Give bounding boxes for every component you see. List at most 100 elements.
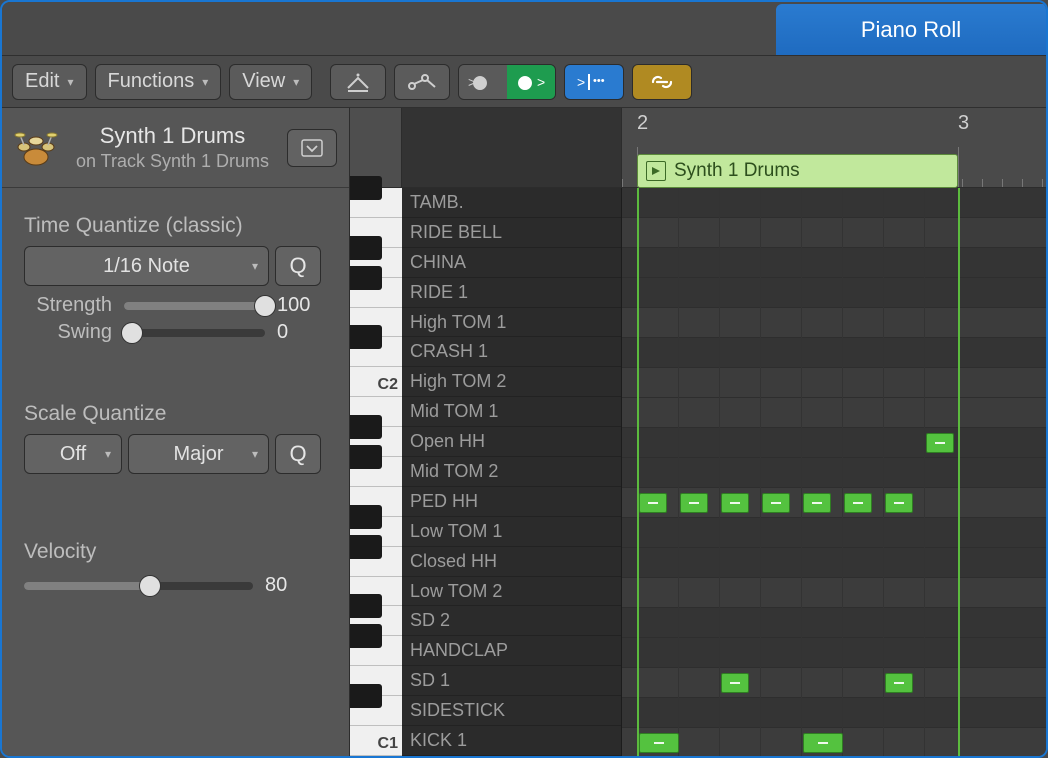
strength-slider[interactable] [124, 302, 265, 310]
note-velocity-indicator [689, 502, 699, 504]
grid-lane[interactable] [622, 368, 1046, 398]
grid-lane[interactable] [622, 338, 1046, 368]
drum-lane-label: TAMB. [402, 188, 621, 218]
grid-lane[interactable] [622, 698, 1046, 728]
link-button[interactable] [632, 64, 692, 100]
black-key[interactable] [350, 594, 382, 618]
scale-type-select[interactable]: Major ▾ [128, 434, 269, 474]
midi-note[interactable] [885, 673, 913, 693]
midi-note[interactable] [680, 493, 708, 513]
midi-note[interactable] [803, 493, 831, 513]
keyboard-key[interactable] [350, 337, 402, 367]
grid-lane[interactable] [622, 278, 1046, 308]
menu-view[interactable]: View ▾ [229, 64, 312, 100]
note-velocity-indicator [648, 502, 658, 504]
midi-note[interactable] [721, 673, 749, 693]
black-key[interactable] [350, 535, 382, 559]
keyboard-key[interactable] [350, 188, 402, 218]
black-key[interactable] [350, 266, 382, 290]
velocity-value: 80 [265, 574, 321, 597]
grid-lane[interactable] [622, 188, 1046, 218]
collapse-tool-button[interactable] [330, 64, 386, 100]
black-key[interactable] [350, 236, 382, 260]
ruler-time-area[interactable]: 2 3 Synth 1 Drums [622, 108, 1046, 187]
note-velocity-indicator [935, 442, 945, 444]
drum-lane-label: High TOM 1 [402, 308, 621, 338]
midi-region-clip[interactable]: Synth 1 Drums [637, 154, 958, 188]
note-grid[interactable] [622, 188, 1046, 756]
grid-lane[interactable] [622, 458, 1046, 488]
black-key[interactable] [350, 505, 382, 529]
keyboard-key[interactable] [350, 457, 402, 487]
note-velocity-indicator [894, 682, 904, 684]
ruler-bar-number: 3 [958, 112, 969, 135]
black-key[interactable] [350, 624, 382, 648]
toolbar: Edit ▾ Functions ▾ View ▾ > > [2, 56, 1046, 108]
black-key[interactable] [350, 684, 382, 708]
midi-note[interactable] [639, 733, 679, 753]
region-color-in-button[interactable]: > [459, 65, 507, 99]
grid-lane[interactable] [622, 248, 1046, 278]
velocity-slider[interactable] [24, 582, 253, 590]
black-key[interactable] [350, 415, 382, 439]
black-key[interactable] [350, 325, 382, 349]
keyboard-key[interactable] [350, 547, 402, 577]
keyboard-key[interactable]: C1 [350, 726, 402, 756]
grid-lane[interactable] [622, 308, 1046, 338]
menu-functions[interactable]: Functions ▾ [95, 64, 222, 100]
grid-lane[interactable] [622, 218, 1046, 248]
play-icon [646, 161, 666, 181]
grid-lane[interactable] [622, 578, 1046, 608]
chevron-down-icon: ▾ [293, 75, 299, 89]
quantize-button[interactable]: Q [275, 246, 321, 286]
grid-lane[interactable] [622, 638, 1046, 668]
black-key[interactable] [350, 445, 382, 469]
midi-note[interactable] [721, 493, 749, 513]
black-key[interactable] [350, 176, 382, 200]
region-color-out-button[interactable]: > [507, 65, 555, 99]
keyboard-key[interactable] [350, 636, 402, 666]
time-quantize-select[interactable]: 1/16 Note ▾ [24, 246, 269, 286]
strength-value: 100 [277, 294, 321, 317]
drum-lane-label: RIDE BELL [402, 218, 621, 248]
grid-lane[interactable] [622, 518, 1046, 548]
midi-note[interactable] [844, 493, 872, 513]
slider-knob[interactable] [121, 322, 143, 344]
ruler[interactable]: 2 3 Synth 1 Drums [350, 108, 1046, 188]
midi-note[interactable] [926, 433, 954, 453]
velocity-slider-row: 80 [24, 574, 321, 597]
scale-root-select[interactable]: Off ▾ [24, 434, 122, 474]
region-clip-label: Synth 1 Drums [674, 160, 800, 182]
region-header: Synth 1 Drums on Track Synth 1 Drums [2, 108, 349, 188]
grid-lane[interactable] [622, 668, 1046, 698]
keyboard-column[interactable]: C2 C1 [350, 188, 402, 756]
swing-slider-row: Swing 0 [24, 321, 321, 344]
catch-playhead-button[interactable]: >••• [564, 64, 624, 100]
scale-quantize-button[interactable]: Q [275, 434, 321, 474]
grid-lane[interactable] [622, 608, 1046, 638]
drum-lane-label: RIDE 1 [402, 278, 621, 308]
menu-edit[interactable]: Edit ▾ [12, 64, 87, 100]
octave-label: C2 [378, 376, 398, 394]
grid-lane[interactable] [622, 428, 1046, 458]
midi-note[interactable] [885, 493, 913, 513]
grid-lane[interactable] [622, 548, 1046, 578]
midi-note[interactable] [639, 493, 667, 513]
tab-piano-roll[interactable]: Piano Roll [776, 4, 1046, 55]
inspector-disclosure-button[interactable] [287, 129, 337, 167]
slider-knob[interactable] [139, 575, 161, 597]
inspector: Time Quantize (classic) 1/16 Note ▾ Q St… [2, 188, 349, 613]
midi-note[interactable] [762, 493, 790, 513]
ruler-bar-number: 2 [637, 112, 648, 135]
midi-note[interactable] [803, 733, 843, 753]
content: Synth 1 Drums on Track Synth 1 Drums Tim… [2, 108, 1046, 756]
grid-lane[interactable] [622, 398, 1046, 428]
note-velocity-indicator [730, 502, 740, 504]
swing-slider[interactable] [124, 329, 265, 337]
keyboard-key[interactable] [350, 696, 402, 726]
automation-tool-button[interactable] [394, 64, 450, 100]
drum-lane-label: Open HH [402, 427, 621, 457]
slider-knob[interactable] [254, 295, 276, 317]
keyboard-key[interactable]: C2 [350, 367, 402, 397]
keyboard-key[interactable] [350, 278, 402, 308]
